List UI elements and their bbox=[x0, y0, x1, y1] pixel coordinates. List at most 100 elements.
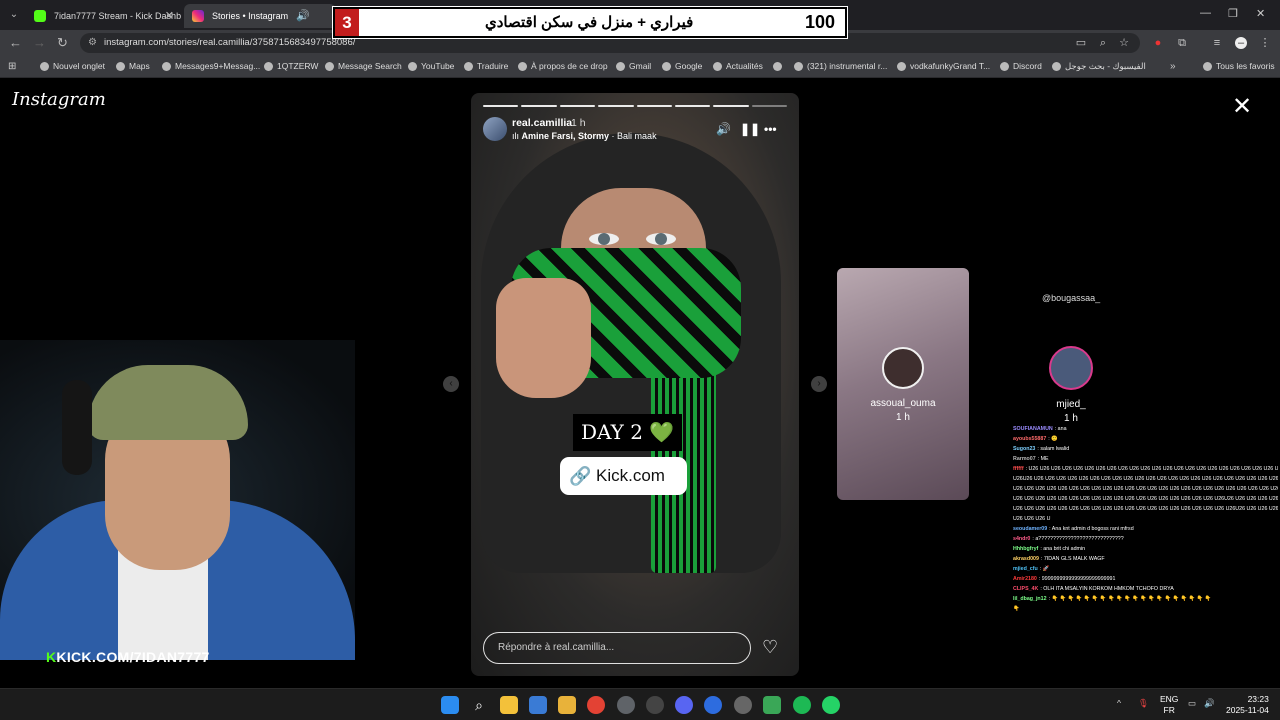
back-icon[interactable]: ← bbox=[9, 35, 22, 50]
volume-icon[interactable]: 🔊 bbox=[716, 122, 731, 136]
profile-avatar[interactable]: – bbox=[1235, 37, 1247, 49]
network-icon[interactable]: ▭ bbox=[1188, 698, 1196, 709]
url-text: instagram.com/stories/real.camillia/3758… bbox=[104, 37, 356, 48]
apps-grid-icon[interactable]: ⊞ bbox=[8, 61, 16, 72]
volume-tray-icon[interactable]: 🔊 bbox=[1204, 698, 1215, 709]
bookmark-item[interactable]: (321) instrumental r... bbox=[794, 61, 887, 71]
more-options-icon[interactable]: ••• bbox=[764, 122, 777, 136]
search-icon[interactable]: ⌕ bbox=[470, 696, 488, 714]
media-control-icon[interactable]: ≡ bbox=[1211, 37, 1223, 49]
banner-goal: 100 bbox=[804, 12, 835, 32]
obs-icon[interactable] bbox=[646, 696, 664, 714]
tab-kick-dashboard[interactable]: 7idan7777 Stream - Kick Dashb ✕ bbox=[26, 4, 182, 28]
clock-time: 23:23 bbox=[1247, 694, 1269, 704]
bookmark-item[interactable]: Maps bbox=[116, 61, 150, 71]
bookmark-item[interactable]: À propos de ce drop bbox=[518, 61, 608, 71]
extensions-puzzle-icon[interactable]: ⧉ bbox=[1176, 37, 1188, 49]
system-clock[interactable]: 23:23 2025-11-04 bbox=[1226, 694, 1269, 716]
app-icon[interactable] bbox=[734, 696, 752, 714]
start-menu-icon[interactable] bbox=[441, 696, 459, 714]
chat-username: lil_dbag_jn12 bbox=[1013, 596, 1047, 602]
forward-icon[interactable]: → bbox=[33, 35, 46, 50]
bookmark-item[interactable]: Gmail bbox=[616, 61, 651, 71]
all-bookmarks-folder[interactable]: Tous les favoris bbox=[1203, 61, 1275, 71]
chat-message: Rarmo07: ME bbox=[1013, 454, 1278, 464]
next-story-preview[interactable]: @bougassaa_ mjied_ 1 h bbox=[1005, 270, 1137, 450]
file-explorer-icon[interactable] bbox=[500, 696, 518, 714]
zoom-icon[interactable]: ⌕ bbox=[1097, 37, 1109, 49]
bookmark-item[interactable]: 1QTZERW bbox=[264, 61, 318, 71]
window-close-icon[interactable]: ✕ bbox=[1256, 7, 1265, 20]
cast-icon[interactable]: ▭ bbox=[1075, 37, 1087, 49]
minimize-icon[interactable]: — bbox=[1200, 7, 1211, 19]
bookmark-item[interactable]: Nouvel onglet bbox=[40, 61, 105, 71]
whatsapp-icon[interactable] bbox=[822, 696, 840, 714]
extension-icon[interactable]: ● bbox=[1152, 37, 1164, 49]
discord-icon[interactable] bbox=[675, 696, 693, 714]
story-author-avatar[interactable] bbox=[483, 117, 507, 141]
app-icon[interactable] bbox=[558, 696, 576, 714]
bookmark-item[interactable]: Traduire bbox=[464, 61, 508, 71]
instagram-logo[interactable]: Instagram bbox=[12, 89, 106, 110]
chat-message: U26U26 U26 U26 U26 U26 U26 U26 U26 U26 U… bbox=[1013, 474, 1278, 484]
next-story-preview[interactable]: assoual_ouma 1 h bbox=[837, 268, 969, 500]
tab-search-button[interactable]: ⌄ bbox=[6, 7, 22, 23]
bookmark-item[interactable]: YouTube bbox=[408, 61, 454, 71]
bookmark-item[interactable]: Discord bbox=[1000, 61, 1042, 71]
link-sticker[interactable]: 🔗 Kick.com bbox=[560, 457, 687, 495]
story-viewer[interactable]: real.camillia 1 h ılı Amine Farsi, Storm… bbox=[471, 93, 799, 676]
heart-like-icon[interactable]: ♡ bbox=[762, 638, 778, 656]
chat-message: ayoubs55887: 🙂 bbox=[1013, 434, 1278, 444]
spotify-icon[interactable] bbox=[793, 696, 811, 714]
app-icon[interactable] bbox=[704, 696, 722, 714]
story-timestamp: 1 h bbox=[571, 117, 586, 129]
chat-username: akrasd009 bbox=[1013, 556, 1039, 562]
chat-message: Hhhbgfryf: ana brit chi admin bbox=[1013, 544, 1278, 554]
bookmark-item[interactable]: Messages9+Messag... bbox=[162, 61, 260, 71]
browser-menu-icon[interactable]: ⋮ bbox=[1259, 37, 1271, 49]
chat-message: s4ndr0: a????????????????????????????? bbox=[1013, 534, 1278, 544]
chrome-profile-icon[interactable] bbox=[617, 696, 635, 714]
restore-icon[interactable]: ❐ bbox=[1228, 7, 1238, 20]
chat-text: : 7IDAN GLS MALK WAGF bbox=[1040, 556, 1105, 562]
bookmark-item[interactable]: Google bbox=[662, 61, 702, 71]
preview-handle: @bougassaa_ bbox=[1042, 293, 1101, 303]
app-icon[interactable] bbox=[763, 696, 781, 714]
story-music-info[interactable]: ılı Amine Farsi, Stormy · Bali maak bbox=[512, 131, 657, 141]
site-info-icon[interactable]: ⚙ bbox=[88, 33, 97, 53]
tab-instagram-stories[interactable]: Stories • Instagram 🔊 bbox=[184, 4, 336, 28]
story-progress-bar bbox=[483, 105, 787, 107]
tab-close-icon[interactable]: ✕ bbox=[165, 4, 174, 28]
language-indicator[interactable]: ENG FR bbox=[1160, 694, 1178, 716]
link-icon: 🔗 bbox=[569, 466, 592, 486]
pause-icon[interactable]: ❚❚ bbox=[740, 122, 760, 136]
chrome-icon[interactable] bbox=[587, 696, 605, 714]
bookmarks-overflow-icon[interactable]: » bbox=[1170, 61, 1176, 72]
next-story-arrow-icon[interactable]: › bbox=[811, 376, 827, 392]
story-author-username[interactable]: real.camillia bbox=[512, 117, 572, 129]
chat-text: U26U26 U26 U26 U26 U26 U26 U26 U26 U26 U… bbox=[1013, 476, 1278, 482]
bookmarks-bar: ⊞ Nouvel onglet Maps Messages9+Messag...… bbox=[0, 56, 1280, 78]
tray-overflow-icon[interactable]: ^ bbox=[1117, 698, 1121, 708]
microphone-icon[interactable]: 🎙 bbox=[1138, 698, 1149, 709]
bookmark-item[interactable]: Message Search bbox=[325, 61, 402, 71]
day-sticker-text: DAY 2 bbox=[581, 420, 643, 444]
progress-segment bbox=[636, 105, 672, 107]
chat-message: mjied_cfu: 🚀 bbox=[1013, 564, 1278, 574]
bookmark-item[interactable]: Actualités bbox=[713, 61, 763, 71]
kick-channel-label: KKICK.COM/7IDAN7777 bbox=[46, 649, 210, 665]
chat-text: : 🙂 bbox=[1048, 436, 1058, 442]
chat-text: : a????????????????????????????? bbox=[1032, 536, 1124, 542]
bookmark-star-icon[interactable]: ☆ bbox=[1118, 37, 1130, 49]
previous-story-arrow-icon[interactable]: ‹ bbox=[443, 376, 459, 392]
store-icon[interactable] bbox=[529, 696, 547, 714]
bookmark-item[interactable]: vodkafunkyGrand T... bbox=[897, 61, 990, 71]
reload-icon[interactable]: ↻ bbox=[57, 35, 68, 51]
chat-message: U26 U26 U26 U26 U26 U26 U26 U26 U26 U26 … bbox=[1013, 504, 1278, 514]
close-stories-button[interactable]: ✕ bbox=[1232, 95, 1252, 119]
reply-input[interactable]: Répondre à real.camillia... bbox=[483, 632, 751, 664]
music-bars-icon: ılı bbox=[512, 131, 522, 141]
chat-message: SOUFIANAMUN: ana bbox=[1013, 424, 1278, 434]
bookmark-item[interactable]: الفيسبوك - بحث جوجل bbox=[1052, 61, 1146, 72]
speaker-icon[interactable]: 🔊 bbox=[296, 4, 310, 28]
